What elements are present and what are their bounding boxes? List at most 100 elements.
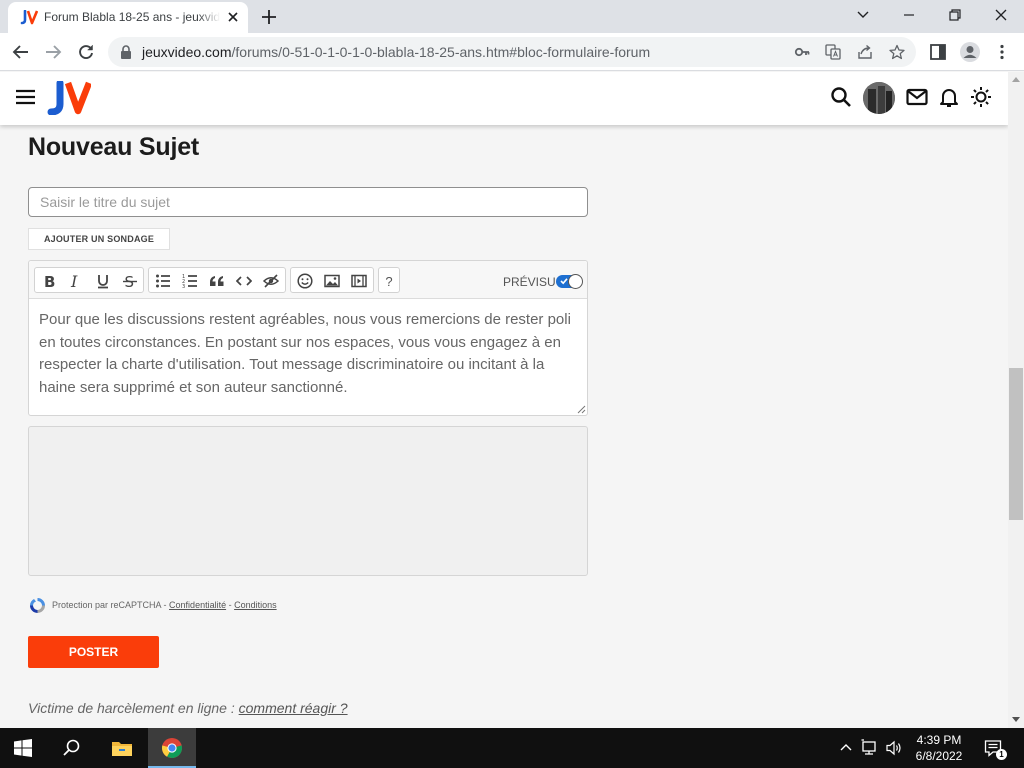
blocks-group: 1 2 3 [148,267,286,293]
bell-icon[interactable] [938,86,960,108]
video-icon [351,274,367,288]
chrome-taskbar-button[interactable] [148,728,196,768]
tab-title: Forum Blabla 18-25 ans - jeuxvideo.com [44,10,220,24]
emoji-icon [297,273,313,289]
omnibox[interactable]: jeuxvideo.com/forums/0-51-0-1-0-1-0-blab… [108,37,916,67]
media-group [290,267,374,293]
image-icon [324,274,340,288]
volume-icon[interactable] [885,739,903,757]
file-explorer-icon[interactable] [111,738,133,758]
quote-icon [210,276,224,286]
svg-text:B: B [44,273,55,289]
svg-text:3: 3 [182,284,185,289]
preview-toggle[interactable] [556,274,583,289]
harassment-notice: Victime de harcèlement en ligne : commen… [28,700,348,716]
help-button[interactable]: ? [379,271,399,291]
subject-title-input[interactable] [28,187,588,217]
theme-sun-icon[interactable] [970,86,992,108]
page-title: Nouveau Sujet [28,133,200,161]
image-button[interactable] [322,271,342,291]
italic-button[interactable]: I [66,271,86,291]
browser-toolbar: jeuxvideo.com/forums/0-51-0-1-0-1-0-blab… [0,33,1024,71]
terms-link[interactable]: Conditions [234,600,277,610]
code-button[interactable] [234,271,254,291]
tray-chevron-up-icon[interactable] [838,740,854,756]
numbered-list-icon: 1 2 3 [182,274,197,289]
user-avatar[interactable] [863,82,895,114]
notification-count-badge: 1 [996,749,1007,760]
password-key-icon[interactable] [794,44,810,60]
message-editor: B I S [28,260,588,416]
underline-icon [98,275,108,289]
svg-text:I: I [70,273,78,289]
hamburger-menu-icon[interactable] [16,89,35,105]
recaptcha-separator: - [226,600,235,610]
help-group: ? [378,267,400,293]
emoji-button[interactable] [295,271,315,291]
privacy-link[interactable]: Confidentialité [169,600,226,610]
captcha-frame[interactable] [28,426,588,576]
tab-close-icon[interactable] [226,10,240,24]
url-text: jeuxvideo.com/forums/0-51-0-1-0-1-0-blab… [142,44,650,60]
italic-icon: I [70,273,78,289]
browser-tab-strip: Forum Blabla 18-25 ans - jeuxvideo.com [0,0,1024,33]
windows-taskbar: 4:39 PM 6/8/2022 1 [0,728,1024,768]
recaptcha-icon [30,598,45,613]
underline-button[interactable] [93,271,113,291]
translate-icon[interactable] [825,44,841,60]
chrome-icon [161,738,183,759]
scroll-down-icon[interactable] [1012,717,1020,723]
new-tab-icon[interactable] [260,8,278,26]
reload-icon[interactable] [77,43,95,61]
video-button[interactable] [349,271,369,291]
bookmark-star-icon[interactable] [889,44,905,60]
clock-date: 6/8/2022 [915,749,963,763]
strikethrough-button[interactable]: S [120,271,140,291]
share-icon[interactable] [857,44,873,60]
numbered-list-button[interactable]: 1 2 3 [180,271,200,291]
menu-dots-icon[interactable] [993,43,1011,61]
search-icon[interactable] [830,86,852,108]
add-poll-button[interactable]: AJOUTER UN SONDAGE [28,228,170,250]
recaptcha-prefix: Protection par reCAPTCHA - [52,600,170,610]
jv-logo[interactable] [47,81,91,115]
code-icon [236,276,252,286]
resize-handle-icon[interactable] [577,405,586,414]
network-icon[interactable] [861,739,879,757]
restore-icon[interactable] [945,6,965,24]
harassment-prefix: Victime de harcèlement en ligne : [28,700,239,716]
web-page: Nouveau Sujet AJOUTER UN SONDAGE B I S [0,72,1008,728]
side-panel-icon[interactable] [929,43,947,61]
new-topic-form: Nouveau Sujet AJOUTER UN SONDAGE B I S [0,125,1008,728]
spoiler-icon [263,274,279,288]
minimize-icon[interactable] [899,6,919,24]
check-icon [560,278,568,285]
windows-start-icon[interactable] [14,739,32,757]
bold-button[interactable]: B [39,271,59,291]
url-path: /forums/0-51-0-1-0-1-0-blabla-18-25-ans.… [231,44,651,60]
scroll-thumb[interactable] [1009,368,1023,520]
spoiler-button[interactable] [261,271,281,291]
forward-icon[interactable] [44,43,62,61]
back-icon[interactable] [12,43,30,61]
url-host: jeuxvideo.com [142,44,232,60]
strikethrough-icon: S [123,273,137,289]
bullet-list-button[interactable] [153,271,173,291]
page-scrollbar[interactable] [1008,72,1024,728]
editor-toolbar: B I S [29,261,587,299]
quote-button[interactable] [207,271,227,291]
taskbar-search-icon[interactable] [62,738,82,758]
browser-tab[interactable]: Forum Blabla 18-25 ans - jeuxvideo.com [8,2,248,33]
site-header [0,72,1008,125]
close-window-icon[interactable] [991,6,1011,24]
post-button[interactable]: POSTER [28,636,159,668]
profile-icon[interactable] [959,41,981,63]
lock-icon[interactable] [120,45,132,59]
how-to-react-link[interactable]: comment réagir ? [239,700,348,716]
bullet-list-icon [156,274,170,288]
tab-search-icon[interactable] [853,6,873,24]
editor-text-area[interactable]: Pour que les discussions restent agréabl… [39,309,579,399]
system-clock[interactable]: 4:39 PM 6/8/2022 [906,732,972,764]
mail-icon[interactable] [906,86,928,108]
scroll-up-icon[interactable] [1012,76,1020,82]
